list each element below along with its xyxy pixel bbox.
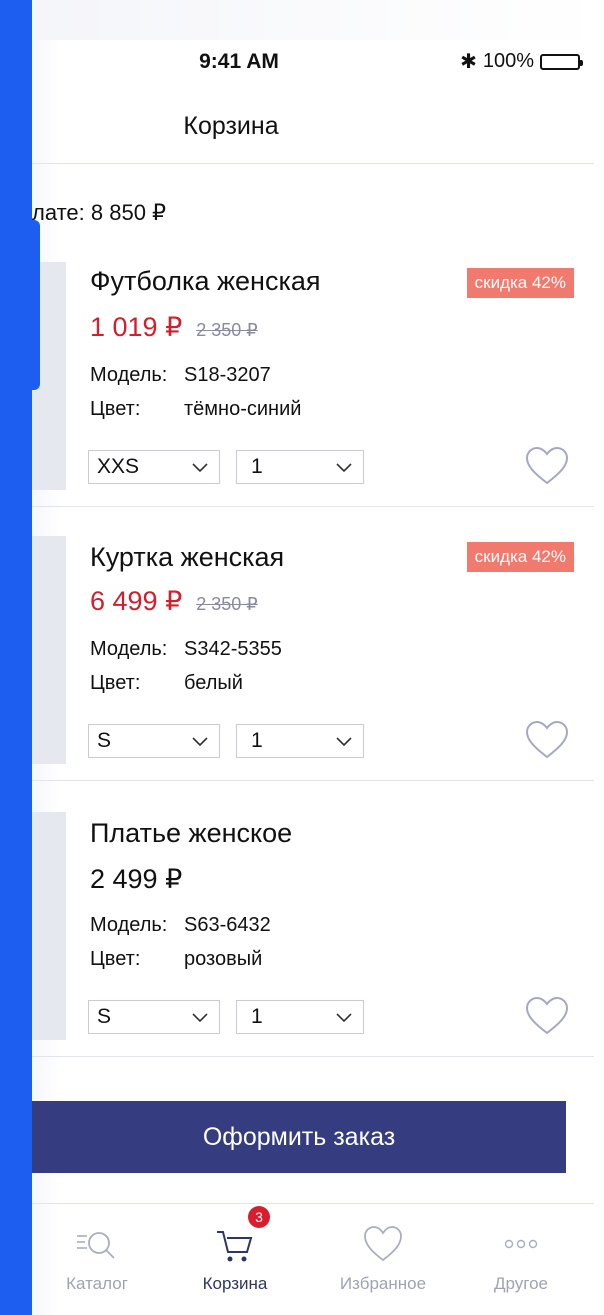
price-row: 1 019 ₽ 2 350 ₽ xyxy=(90,312,258,343)
quantity-select[interactable]: 1 xyxy=(236,724,364,758)
tab-catalog[interactable]: Каталог xyxy=(32,1204,162,1315)
heart-icon xyxy=(364,1226,402,1262)
quantity-value: 1 xyxy=(251,455,263,478)
model-row: Модель: S18-3207 xyxy=(90,364,271,387)
cart-item: Футболка женская скидка 42% 1 019 ₽ 2 35… xyxy=(32,258,594,506)
chevron-down-icon xyxy=(192,1013,208,1023)
size-select[interactable]: XXS xyxy=(88,450,220,484)
item-divider xyxy=(32,780,594,781)
cart-total: лате: 8 850 ₽ xyxy=(32,200,167,225)
page-title: Корзина xyxy=(183,112,279,140)
tab-other-label: Другое xyxy=(493,1274,548,1293)
quantity-select[interactable]: 1 xyxy=(236,1000,364,1034)
price-current: 6 499 ₽ xyxy=(90,586,183,616)
item-divider xyxy=(32,1056,594,1057)
cart-count-badge: 3 xyxy=(248,1206,270,1228)
product-name[interactable]: Куртка женская xyxy=(90,542,284,573)
price-current: 1 019 ₽ xyxy=(90,312,183,342)
item-divider xyxy=(32,506,594,507)
price-row: 6 499 ₽ 2 350 ₽ xyxy=(90,586,258,617)
cart-item: Куртка женская скидка 42% 6 499 ₽ 2 350 … xyxy=(32,532,594,780)
more-dots-icon xyxy=(504,1239,538,1249)
model-row: Модель: S63-6432 xyxy=(90,914,271,937)
quantity-select[interactable]: 1 xyxy=(236,450,364,484)
model-label: Модель: xyxy=(90,914,168,936)
price-old: 2 350 ₽ xyxy=(196,594,258,614)
color-label: Цвет: xyxy=(90,672,141,694)
battery-percent: 100% xyxy=(482,50,534,72)
chevron-down-icon xyxy=(336,1013,352,1023)
size-value: XXS xyxy=(97,455,140,478)
tab-catalog-label: Каталог xyxy=(66,1274,128,1293)
top-backdrop xyxy=(0,0,604,40)
model-label: Модель: xyxy=(90,638,168,660)
tab-bar: Каталог 3 Корзина Избранное Другое xyxy=(32,1204,594,1315)
chevron-down-icon xyxy=(192,463,208,473)
left-edge-handle[interactable] xyxy=(28,220,40,390)
tab-favorites-label: Избранное xyxy=(339,1274,427,1293)
color-row: Цвет: тёмно-синий xyxy=(90,398,301,421)
color-label: Цвет: xyxy=(90,948,141,970)
model-value: S18-3207 xyxy=(184,364,271,386)
color-row: Цвет: белый xyxy=(90,672,243,695)
model-value: S63-6432 xyxy=(184,914,271,936)
tab-cart[interactable]: 3 Корзина xyxy=(170,1204,300,1315)
product-image[interactable] xyxy=(32,536,66,764)
color-label: Цвет: xyxy=(90,398,141,420)
discount-badge: скидка 42% xyxy=(466,542,574,572)
product-name[interactable]: Платье женское xyxy=(90,818,292,849)
catalog-search-icon xyxy=(77,1232,115,1259)
quantity-value: 1 xyxy=(251,1005,263,1028)
cart-item: Платье женское 2 499 ₽ Модель: S63-6432 … xyxy=(32,808,594,1056)
cart-icon xyxy=(217,1231,253,1262)
model-label: Модель: xyxy=(90,364,168,386)
size-value: S xyxy=(97,729,112,752)
favorite-heart-icon[interactable] xyxy=(524,996,570,1036)
color-value: белый xyxy=(184,672,243,694)
product-image[interactable] xyxy=(32,812,66,1040)
price-old: 2 350 ₽ xyxy=(196,320,258,340)
discount-badge: скидка 42% xyxy=(466,268,574,298)
color-row: Цвет: розовый xyxy=(90,948,262,971)
header-divider xyxy=(32,163,594,164)
model-row: Модель: S342-5355 xyxy=(90,638,282,661)
model-value: S342-5355 xyxy=(184,638,282,660)
size-select[interactable]: S xyxy=(88,724,220,758)
chevron-down-icon xyxy=(192,737,208,747)
color-value: тёмно-синий xyxy=(184,398,302,420)
tab-other[interactable]: Другое xyxy=(456,1204,586,1315)
color-value: розовый xyxy=(184,948,263,970)
chevron-down-icon xyxy=(336,737,352,747)
left-edge-bar xyxy=(0,0,32,1315)
quantity-value: 1 xyxy=(251,729,263,752)
status-indicators: ✱ 100% xyxy=(460,49,583,74)
tab-cart-label: Корзина xyxy=(202,1274,268,1293)
product-name[interactable]: Футболка женская xyxy=(90,266,321,297)
status-time: 9:41 AM xyxy=(199,50,279,73)
checkout-button[interactable]: Оформить заказ xyxy=(32,1101,566,1173)
size-select[interactable]: S xyxy=(88,1000,220,1034)
favorite-heart-icon[interactable] xyxy=(524,720,570,760)
battery-icon xyxy=(540,53,583,70)
status-bar: 9:41 AM ✱ 100% xyxy=(0,40,594,84)
price-current: 2 499 ₽ xyxy=(90,864,183,894)
size-value: S xyxy=(97,1005,112,1028)
favorite-heart-icon[interactable] xyxy=(524,446,570,486)
chevron-down-icon xyxy=(336,463,352,473)
tab-favorites[interactable]: Избранное xyxy=(318,1204,448,1315)
bluetooth-icon: ✱ xyxy=(460,51,477,73)
